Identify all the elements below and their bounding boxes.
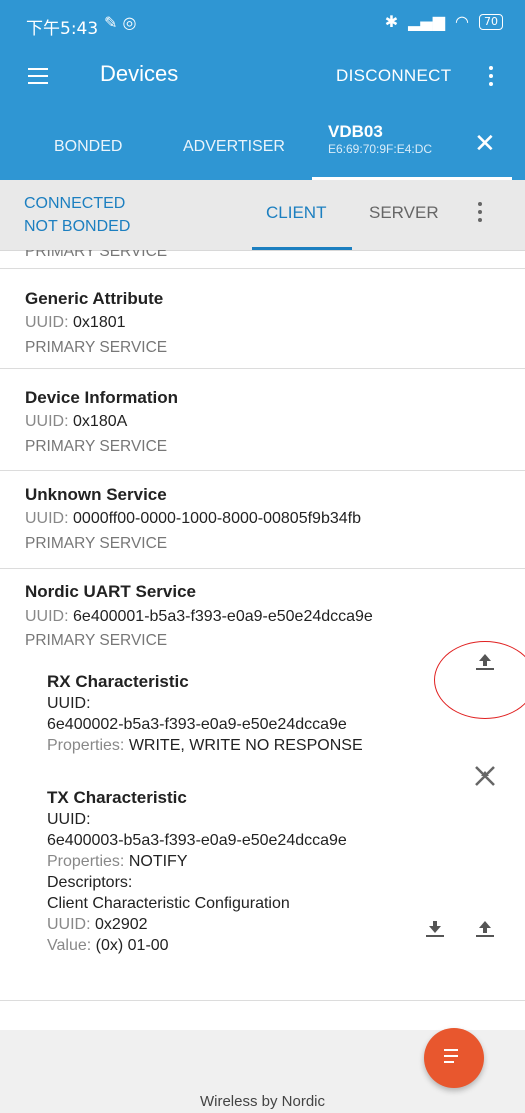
characteristic-rx[interactable]: RX Characteristic UUID: 6e400002-b5a3-f3… xyxy=(47,672,363,755)
uuid-label: UUID: xyxy=(47,695,91,712)
characteristic-uuid: 6e400003-b5a3-f393-e0a9-e50e24dcca9e xyxy=(47,832,347,849)
write-descriptor-icon[interactable] xyxy=(474,918,496,944)
descriptors-label: Descriptors: xyxy=(47,874,133,891)
service-name: Unknown Service xyxy=(25,485,167,504)
log-fab-button[interactable] xyxy=(424,1028,484,1088)
service-type: PRIMARY SERVICE xyxy=(25,535,168,552)
bond-state-label: NOT BONDED xyxy=(24,218,131,235)
battery-icon: 70 xyxy=(479,13,503,30)
service-uuid: UUID: 0x1801 xyxy=(25,314,126,331)
device-address: E6:69:70:9F:E4:DC xyxy=(328,142,433,156)
tab-bonded[interactable]: BONDED xyxy=(54,138,122,156)
status-right-icons: ✱ ▂▄▆ ◠ 70 xyxy=(385,12,503,31)
service-uuid: UUID: 0000ff00-0000-1000-8000-00805f9b34… xyxy=(25,510,361,527)
status-bar: 下午5:43 ✎ ◎ ✱ ▂▄▆ ◠ 70 xyxy=(0,0,525,44)
enable-notifications-icon[interactable] xyxy=(473,765,497,793)
notification-icons: ✎ ◎ xyxy=(104,13,137,32)
tab-client[interactable]: CLIENT xyxy=(266,203,326,223)
connection-bar: CONNECTED NOT BONDED CLIENT SERVER xyxy=(0,180,525,251)
characteristic-tx[interactable]: TX Characteristic UUID: 6e400003-b5a3-f3… xyxy=(47,788,347,955)
descriptor-uuid: UUID: 0x2902 xyxy=(47,916,148,933)
service-type: PRIMARY SERVICE xyxy=(25,250,168,260)
highlight-circle xyxy=(434,641,525,719)
status-time: 下午5:43 xyxy=(26,19,99,39)
service-item[interactable]: PRIMARY SERVICE xyxy=(0,250,525,269)
wifi-icon: ◠ xyxy=(455,12,469,31)
descriptor-name: Client Characteristic Configuration xyxy=(47,895,290,912)
signal-icon: ▂▄▆ xyxy=(408,12,446,31)
list-icon xyxy=(444,1049,458,1067)
service-name: Nordic UART Service xyxy=(25,582,196,601)
service-item[interactable]: Device Information UUID: 0x180A PRIMARY … xyxy=(0,368,525,471)
service-uuid: UUID: 6e400001-b5a3-f393-e0a9-e50e24dcca… xyxy=(25,608,373,625)
service-type: PRIMARY SERVICE xyxy=(25,438,168,455)
device-tabs: BONDED ADVERTISER VDB03 E6:69:70:9F:E4:D… xyxy=(0,112,525,180)
descriptor-value: Value: (0x) 01-00 xyxy=(47,937,169,954)
service-uuid: UUID: 0x180A xyxy=(25,413,128,430)
menu-icon[interactable] xyxy=(28,68,48,89)
device-name: VDB03 xyxy=(328,122,383,141)
characteristic-properties: Properties: NOTIFY xyxy=(47,853,188,870)
app-bar: Devices DISCONNECT xyxy=(0,44,525,112)
service-item[interactable]: Unknown Service UUID: 0000ff00-0000-1000… xyxy=(0,470,525,569)
more-options-icon[interactable] xyxy=(489,66,493,90)
uuid-label: UUID: xyxy=(47,811,91,828)
characteristic-name: TX Characteristic xyxy=(47,788,187,807)
service-type: PRIMARY SERVICE xyxy=(25,632,168,649)
service-item[interactable]: Generic Attribute UUID: 0x1801 PRIMARY S… xyxy=(0,268,525,369)
close-icon[interactable]: ✕ xyxy=(474,128,496,159)
characteristic-properties: Properties: WRITE, WRITE NO RESPONSE xyxy=(47,737,363,754)
service-name: Generic Attribute xyxy=(25,289,164,308)
read-descriptor-icon[interactable] xyxy=(424,918,446,944)
connected-label: CONNECTED xyxy=(24,195,126,212)
tab-server[interactable]: SERVER xyxy=(369,203,439,223)
service-name: Device Information xyxy=(25,388,179,407)
characteristic-name: RX Characteristic xyxy=(47,672,189,691)
service-item[interactable]: Nordic UART Service UUID: 6e400001-b5a3-… xyxy=(0,568,525,1001)
tab-device[interactable]: VDB03 E6:69:70:9F:E4:DC xyxy=(328,122,432,156)
characteristic-uuid: 6e400002-b5a3-f393-e0a9-e50e24dcca9e xyxy=(47,716,347,733)
tab-advertiser[interactable]: ADVERTISER xyxy=(183,138,285,156)
service-type: PRIMARY SERVICE xyxy=(25,339,168,356)
bluetooth-icon: ✱ xyxy=(384,12,399,31)
footer-brand: Wireless by Nordic xyxy=(199,1093,326,1110)
page-title: Devices xyxy=(100,61,179,86)
disconnect-button[interactable]: DISCONNECT xyxy=(336,66,451,86)
more-options-icon[interactable] xyxy=(478,202,482,226)
connection-state: CONNECTED NOT BONDED xyxy=(24,192,130,238)
